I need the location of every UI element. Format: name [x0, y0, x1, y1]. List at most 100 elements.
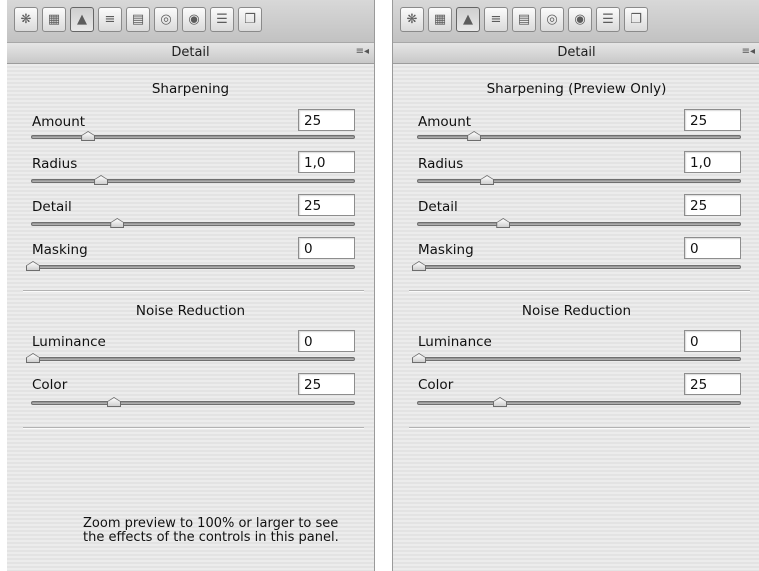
tab-basic[interactable]: ❋: [400, 7, 424, 32]
amount-slider-track[interactable]: [417, 135, 741, 139]
section-divider: [409, 427, 750, 429]
luminance-input[interactable]: 0: [684, 330, 741, 352]
radius-label: Radius: [418, 156, 464, 172]
tab-detail[interactable]: ▲: [70, 7, 94, 32]
presets-icon: ☰: [216, 12, 228, 27]
radius-slider-track[interactable]: [417, 179, 741, 183]
tab-hsl[interactable]: ≡: [484, 7, 508, 32]
radius-input[interactable]: 1,0: [298, 151, 355, 173]
tone-curve-icon: ▦: [433, 12, 447, 27]
split-toning-icon: ▤: [131, 12, 145, 27]
detail-slider-thumb[interactable]: [496, 218, 511, 228]
noise-reduction-heading: Noise Reduction: [521, 303, 632, 319]
detail-input[interactable]: 25: [298, 194, 355, 216]
color-slider-thumb[interactable]: [107, 397, 121, 407]
tab-snapshots[interactable]: ❐: [624, 7, 648, 32]
split-toning-icon: ▤: [517, 12, 531, 27]
tab-presets[interactable]: ☰: [596, 7, 620, 32]
zoom-note: Zoom preview to 100% or larger to see th…: [83, 516, 339, 545]
tab-presets[interactable]: ☰: [210, 7, 234, 32]
luminance-slider-thumb[interactable]: [26, 353, 40, 363]
luminance-label: Luminance: [32, 334, 106, 350]
tab-lens-corrections[interactable]: ◎: [540, 7, 564, 32]
tone-curve-icon: ▦: [47, 12, 61, 27]
tab-tone-curve[interactable]: ▦: [42, 7, 66, 32]
hsl-icon: ≡: [490, 12, 502, 27]
panel-title: Detail: [557, 45, 596, 60]
panel-titlebar: Detail ≡◂: [393, 42, 759, 64]
amount-label: Amount: [418, 114, 472, 130]
noise-reduction-heading: Noise Reduction: [135, 303, 246, 319]
masking-slider-track[interactable]: [417, 265, 741, 269]
color-input[interactable]: 25: [298, 373, 355, 395]
detail-icon: ▲: [463, 12, 473, 27]
aperture-icon: ❋: [406, 12, 418, 27]
tab-basic[interactable]: ❋: [14, 7, 38, 32]
camera-calibration-icon: ◉: [574, 12, 586, 27]
panel-tab-toolbar: ❋ ▦ ▲ ≡ ▤ ◎ ◉ ☰ ❐: [7, 0, 374, 42]
tab-camera-calibration[interactable]: ◉: [568, 7, 592, 32]
luminance-input[interactable]: 0: [298, 330, 355, 352]
detail-slider-track[interactable]: [31, 222, 355, 226]
lens-corrections-icon: ◎: [546, 12, 558, 27]
amount-slider-track[interactable]: [31, 135, 355, 139]
detail-panel-left: ❋ ▦ ▲ ≡ ▤ ◎ ◉ ☰ ❐ Detail ≡◂ Sharpening A…: [7, 0, 375, 571]
color-slider-track[interactable]: [417, 401, 741, 405]
radius-input[interactable]: 1,0: [684, 151, 741, 173]
sharpening-heading: Sharpening: [151, 81, 230, 97]
section-divider: [23, 427, 364, 429]
camera-calibration-icon: ◉: [188, 12, 200, 27]
luminance-label: Luminance: [418, 334, 492, 350]
detail-slider-track[interactable]: [417, 222, 741, 226]
detail-input[interactable]: 25: [684, 194, 741, 216]
luminance-slider-thumb[interactable]: [412, 353, 426, 363]
radius-label: Radius: [32, 156, 78, 172]
masking-input[interactable]: 0: [684, 237, 741, 259]
panel-titlebar: Detail ≡◂: [7, 42, 374, 64]
detail-icon: ▲: [77, 12, 87, 27]
snapshots-icon: ❐: [630, 12, 642, 27]
masking-input[interactable]: 0: [298, 237, 355, 259]
tab-tone-curve[interactable]: ▦: [428, 7, 452, 32]
amount-slider-thumb[interactable]: [467, 131, 482, 141]
radius-slider-track[interactable]: [31, 179, 355, 183]
panel-menu-icon[interactable]: ≡◂: [742, 46, 755, 57]
masking-slider-thumb[interactable]: [26, 261, 40, 271]
detail-panel-right: ❋ ▦ ▲ ≡ ▤ ◎ ◉ ☰ ❐ Detail ≡◂ Sharpening (…: [392, 0, 759, 571]
amount-label: Amount: [32, 114, 86, 130]
color-label: Color: [418, 377, 454, 393]
tab-snapshots[interactable]: ❐: [238, 7, 262, 32]
detail-label: Detail: [418, 199, 458, 215]
color-slider-track[interactable]: [31, 401, 355, 405]
radius-slider-thumb[interactable]: [480, 175, 495, 185]
sharpening-heading: Sharpening (Preview Only): [486, 81, 667, 97]
radius-slider-thumb[interactable]: [94, 175, 109, 185]
snapshots-icon: ❐: [244, 12, 256, 27]
color-label: Color: [32, 377, 68, 393]
panel-title: Detail: [171, 45, 210, 60]
detail-slider-thumb[interactable]: [110, 218, 125, 228]
tab-split-toning[interactable]: ▤: [512, 7, 536, 32]
tab-detail[interactable]: ▲: [456, 7, 480, 32]
presets-icon: ☰: [602, 12, 614, 27]
detail-label: Detail: [32, 199, 72, 215]
luminance-slider-track[interactable]: [417, 357, 741, 361]
tab-lens-corrections[interactable]: ◎: [154, 7, 178, 32]
panel-tab-toolbar: ❋ ▦ ▲ ≡ ▤ ◎ ◉ ☰ ❐: [393, 0, 759, 42]
tab-split-toning[interactable]: ▤: [126, 7, 150, 32]
amount-input[interactable]: 25: [298, 109, 355, 131]
aperture-icon: ❋: [20, 12, 32, 27]
section-divider: [23, 290, 364, 292]
panel-menu-icon[interactable]: ≡◂: [356, 46, 369, 57]
luminance-slider-track[interactable]: [31, 357, 355, 361]
tab-camera-calibration[interactable]: ◉: [182, 7, 206, 32]
amount-input[interactable]: 25: [684, 109, 741, 131]
amount-slider-thumb[interactable]: [81, 131, 96, 141]
tab-hsl[interactable]: ≡: [98, 7, 122, 32]
masking-label: Masking: [418, 242, 474, 258]
color-input[interactable]: 25: [684, 373, 741, 395]
hsl-icon: ≡: [104, 12, 116, 27]
masking-slider-track[interactable]: [31, 265, 355, 269]
masking-slider-thumb[interactable]: [412, 261, 426, 271]
color-slider-thumb[interactable]: [493, 397, 507, 407]
